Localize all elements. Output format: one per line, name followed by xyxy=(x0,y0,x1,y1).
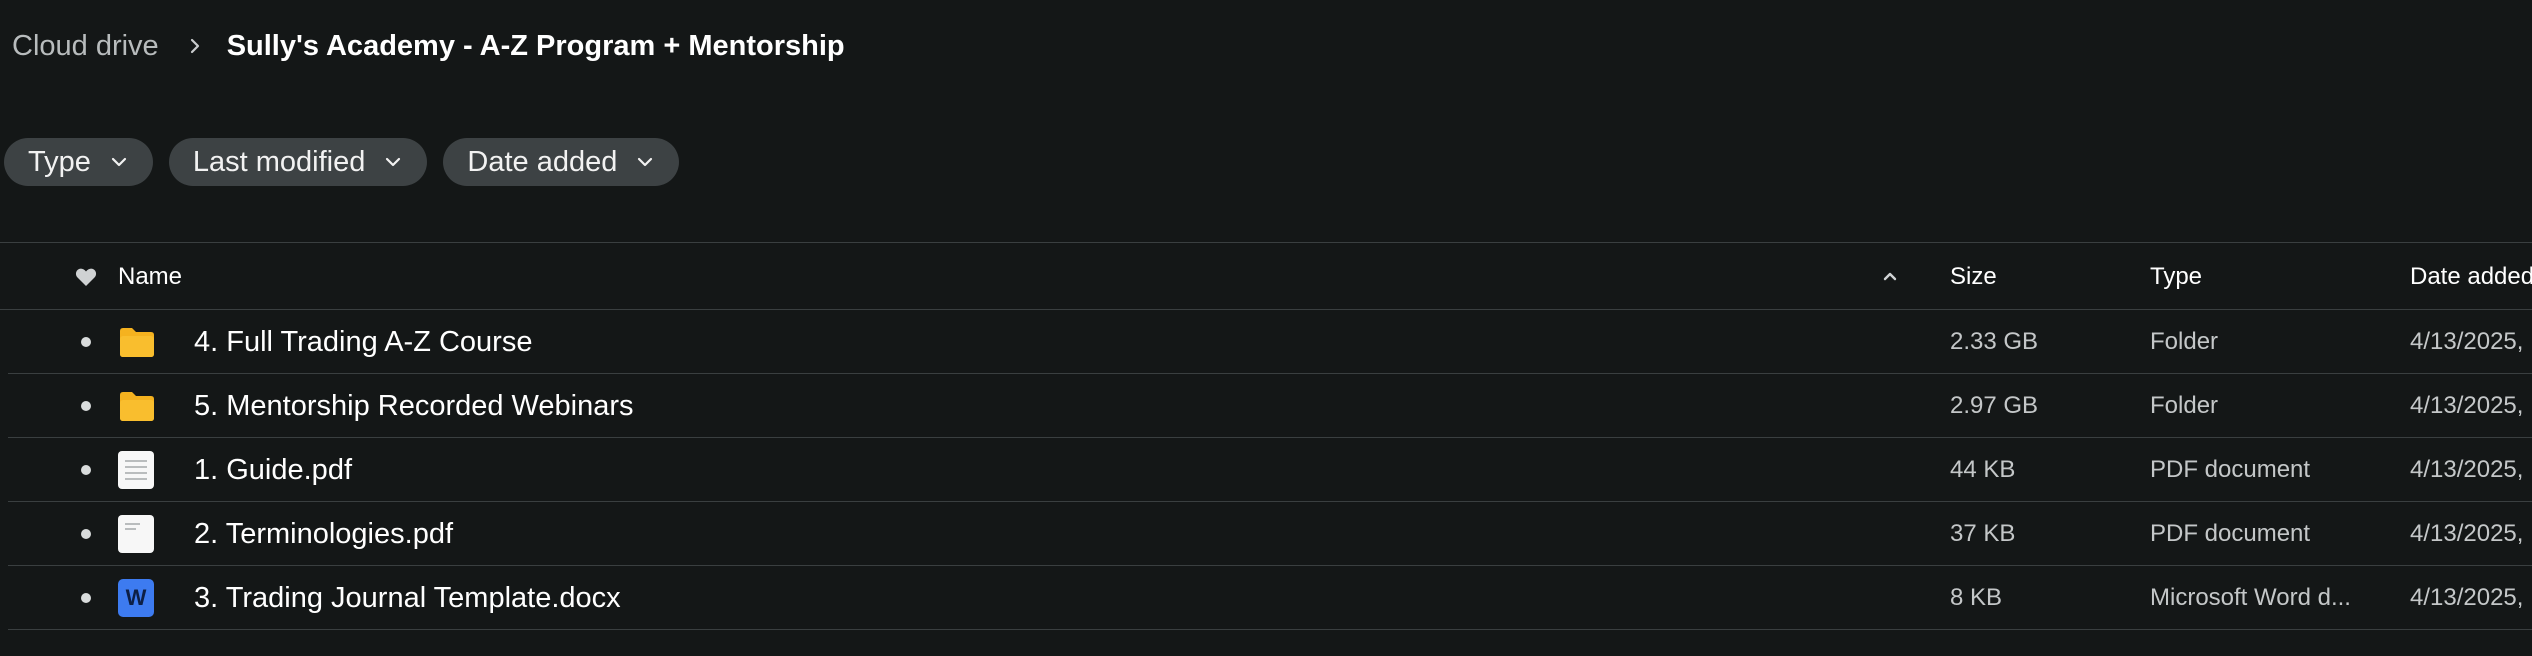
breadcrumb-root-link[interactable]: Cloud drive xyxy=(12,30,159,63)
heart-icon[interactable] xyxy=(72,243,100,311)
table-row[interactable]: 1. Guide.pdf 44 KB PDF document 4/13/202… xyxy=(8,438,2532,502)
filter-date-added-dropdown[interactable]: Date added xyxy=(443,138,680,186)
chevron-right-icon xyxy=(185,36,205,56)
chevron-down-icon xyxy=(383,152,403,172)
word-document-icon: W xyxy=(118,566,158,630)
column-header-size[interactable]: Size xyxy=(1950,243,1997,311)
table-row[interactable]: 5. Mentorship Recorded Webinars 2.97 GB … xyxy=(8,374,2532,438)
sort-ascending-icon[interactable] xyxy=(1880,243,1904,311)
folder-icon xyxy=(118,374,158,438)
column-header-type[interactable]: Type xyxy=(2150,243,2370,311)
column-header-date-added[interactable]: Date added xyxy=(2410,243,2532,311)
table-header: Name Size Type Date added xyxy=(0,242,2532,310)
file-size: 2.97 GB xyxy=(1950,392,2039,419)
file-name[interactable]: 1. Guide.pdf xyxy=(194,438,352,502)
file-size: 44 KB xyxy=(1950,456,2016,483)
file-size: 8 KB xyxy=(1950,584,2003,611)
folder-icon xyxy=(118,310,158,374)
cloud-drive-page: Cloud drive Sully's Academy - A-Z Progra… xyxy=(0,0,2532,656)
row-bullet[interactable] xyxy=(72,438,100,502)
filter-date-added-label: Date added xyxy=(467,145,618,178)
file-date-added: 4/13/2025, xyxy=(2410,328,2524,355)
file-type: Folder xyxy=(2150,328,2219,355)
filter-type-label: Type xyxy=(28,145,91,178)
file-date-added: 4/13/2025, xyxy=(2410,392,2524,419)
file-name[interactable]: 2. Terminologies.pdf xyxy=(194,502,453,566)
file-name[interactable]: 5. Mentorship Recorded Webinars xyxy=(194,374,634,438)
file-type: PDF document xyxy=(2150,520,2311,547)
chevron-down-icon xyxy=(109,152,129,172)
file-type: Folder xyxy=(2150,392,2219,419)
pdf-document-icon xyxy=(118,438,158,502)
pdf-document-icon xyxy=(118,502,158,566)
file-date-added: 4/13/2025, xyxy=(2410,456,2524,483)
row-bullet[interactable] xyxy=(72,566,100,630)
table-row[interactable]: 4. Full Trading A-Z Course 2.33 GB Folde… xyxy=(8,310,2532,374)
chevron-down-icon xyxy=(635,152,655,172)
table-row[interactable]: W 3. Trading Journal Template.docx 8 KB … xyxy=(8,566,2532,630)
file-size: 37 KB xyxy=(1950,520,2016,547)
breadcrumb: Cloud drive Sully's Academy - A-Z Progra… xyxy=(12,26,845,66)
file-name[interactable]: 3. Trading Journal Template.docx xyxy=(194,566,621,630)
table-row[interactable]: 2. Terminologies.pdf 37 KB PDF document … xyxy=(8,502,2532,566)
file-type: Microsoft Word d... xyxy=(2150,584,2351,611)
column-header-name[interactable]: Name xyxy=(118,243,182,311)
filter-bar: Type Last modified Date added xyxy=(4,138,680,186)
filter-last-modified-label: Last modified xyxy=(192,145,366,178)
file-date-added: 4/13/2025, xyxy=(2410,520,2524,547)
file-date-added: 4/13/2025, xyxy=(2410,584,2524,611)
file-type: PDF document xyxy=(2150,456,2311,483)
file-size: 2.33 GB xyxy=(1950,328,2039,355)
filter-type-dropdown[interactable]: Type xyxy=(4,138,153,186)
file-name[interactable]: 4. Full Trading A-Z Course xyxy=(194,310,532,374)
breadcrumb-current-folder: Sully's Academy - A-Z Program + Mentorsh… xyxy=(226,29,845,62)
row-bullet[interactable] xyxy=(72,374,100,438)
row-bullet[interactable] xyxy=(72,502,100,566)
file-table: Name Size Type Date added 4. Full Tradin… xyxy=(0,242,2532,630)
row-bullet[interactable] xyxy=(72,310,100,374)
filter-last-modified-dropdown[interactable]: Last modified xyxy=(168,138,428,186)
